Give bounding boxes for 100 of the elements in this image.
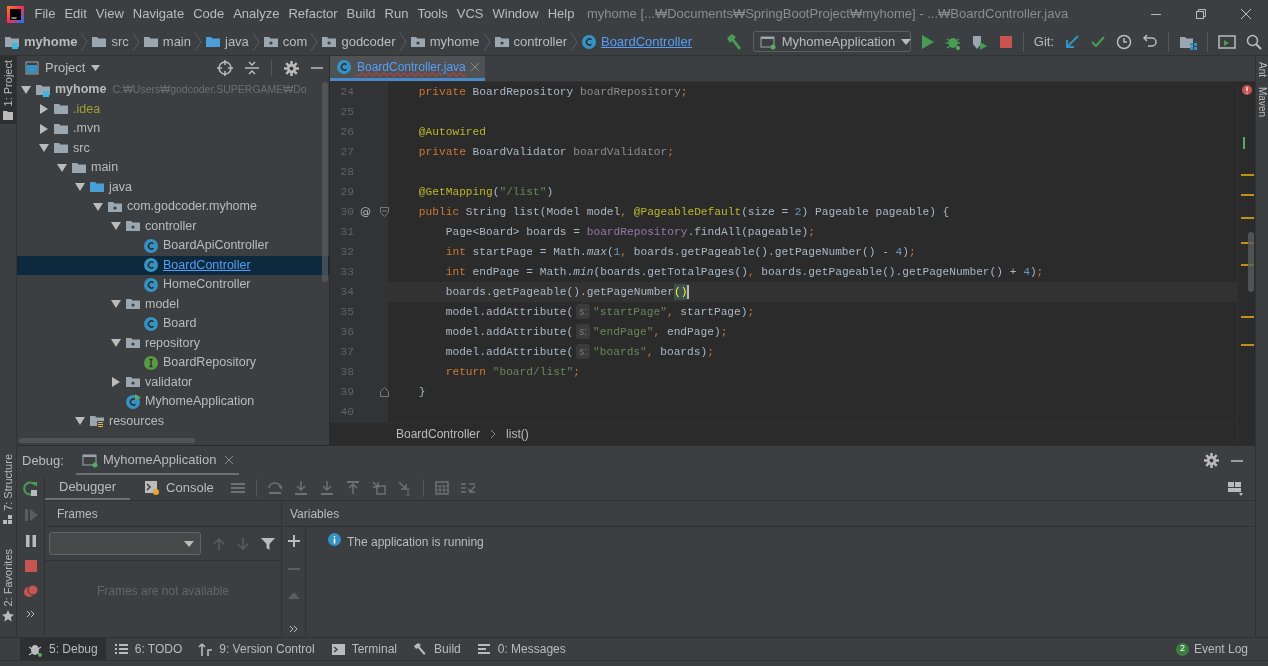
expanded-arrow-icon[interactable] <box>111 221 121 232</box>
expanded-arrow-icon[interactable] <box>75 182 85 193</box>
tree-item[interactable]: com.godcoder.myhome <box>17 197 329 217</box>
tool-window-tab[interactable]: 9: Version Control <box>190 638 323 660</box>
search-icon[interactable] <box>1246 33 1262 50</box>
menu-item[interactable]: View <box>91 4 129 24</box>
run-configuration-dropdown[interactable]: MyhomeApplication <box>752 31 911 52</box>
more-chevrons-icon[interactable] <box>25 610 36 618</box>
menu-item[interactable]: Help <box>543 4 579 24</box>
settings-icon[interactable] <box>1204 453 1219 468</box>
pause-icon[interactable] <box>24 534 37 548</box>
menu-item[interactable]: Refactor <box>283 4 343 24</box>
menu-item[interactable]: VCS <box>452 4 488 24</box>
add-icon[interactable] <box>287 535 300 547</box>
run-to-cursor-icon[interactable] <box>396 479 413 496</box>
expanded-arrow-icon[interactable] <box>57 162 67 173</box>
tool-window-tab[interactable]: Build <box>405 638 469 660</box>
crosshair-icon[interactable] <box>217 60 233 76</box>
breadcrumb-item[interactable]: BoardController <box>396 425 481 443</box>
collapsed-arrow-icon[interactable] <box>111 377 121 388</box>
project-view-dropdown[interactable]: Project <box>45 58 101 78</box>
vertical-scrollbar[interactable] <box>1248 232 1254 292</box>
rerun-icon[interactable] <box>23 481 38 496</box>
more-chevrons-icon[interactable] <box>288 625 299 633</box>
menu-item[interactable]: Window <box>487 4 544 24</box>
breadcrumb-item[interactable]: godcoder <box>321 31 396 52</box>
tree-item[interactable]: src <box>17 138 329 158</box>
expanded-arrow-icon[interactable] <box>39 143 49 154</box>
drop-frame-icon[interactable] <box>370 479 387 496</box>
project-tool-button[interactable]: 1: Project <box>0 56 16 125</box>
tree-item[interactable]: java <box>17 177 329 197</box>
tree-item[interactable]: HomeController <box>17 275 329 295</box>
tree-item[interactable]: .mvn <box>17 119 329 139</box>
breadcrumb-item[interactable]: controller <box>493 31 567 52</box>
shield-run-icon[interactable] <box>970 33 989 50</box>
step-out-icon[interactable] <box>344 479 361 496</box>
expanded-arrow-icon[interactable] <box>111 338 121 349</box>
undo-icon[interactable] <box>1142 33 1158 50</box>
window-run-icon[interactable] <box>1218 33 1236 50</box>
expanded-arrow-icon[interactable] <box>75 416 85 427</box>
menu-item[interactable]: Build <box>342 4 380 24</box>
tree-item[interactable]: repository <box>17 333 329 353</box>
fold-icon[interactable] <box>380 387 389 397</box>
breadcrumb-item[interactable]: list() <box>506 425 529 443</box>
settings-icon[interactable] <box>284 60 299 76</box>
breadcrumb-item[interactable]: src <box>91 31 129 52</box>
debugger-tab[interactable]: Console <box>130 475 228 500</box>
tree-item[interactable]: BoardApiController <box>17 236 329 256</box>
tree-item[interactable]: Board <box>17 314 329 334</box>
restore-icon[interactable] <box>1194 8 1207 20</box>
update-arrow-icon[interactable] <box>1064 33 1080 50</box>
tree-item[interactable]: BoardController <box>17 255 329 275</box>
menu-item[interactable]: Analyze <box>228 4 284 24</box>
event-log-button[interactable]: 2 Event Log <box>1175 640 1248 658</box>
close-icon[interactable] <box>1239 8 1252 20</box>
menu-item[interactable]: File <box>30 4 60 24</box>
breadcrumb-item[interactable]: BoardController <box>580 31 692 52</box>
step-over-icon[interactable] <box>266 479 283 496</box>
tree-item[interactable]: validator <box>17 372 329 392</box>
close-icon[interactable] <box>225 455 234 464</box>
tree-item[interactable]: resources <box>17 411 329 431</box>
collapsed-arrow-icon[interactable] <box>39 104 49 115</box>
tree-item[interactable]: model <box>17 294 329 314</box>
calculator-icon[interactable] <box>433 479 450 496</box>
collapsed-arrow-icon[interactable] <box>39 123 49 134</box>
menu-item[interactable]: Tools <box>412 4 453 24</box>
tool-window-tab[interactable]: 5: Debug <box>20 638 106 660</box>
breakpoints-icon[interactable] <box>22 584 39 598</box>
menu-item[interactable]: Edit <box>59 4 92 24</box>
step-into-icon[interactable] <box>292 479 309 496</box>
tree-item[interactable]: BoardRepository <box>17 353 329 373</box>
hammer-icon[interactable] <box>724 32 743 51</box>
fold-icon[interactable] <box>380 207 389 217</box>
tool-window-tab[interactable]: 6: TODO <box>105 638 191 660</box>
editor-tab[interactable]: BoardController.java <box>330 56 485 81</box>
filter-icon[interactable] <box>261 536 275 551</box>
breadcrumb-item[interactable]: myhome <box>4 31 78 52</box>
run-icon[interactable] <box>920 33 935 50</box>
step-into-icon[interactable] <box>318 479 335 496</box>
clock-icon[interactable] <box>1116 33 1132 50</box>
stop-icon[interactable] <box>24 560 37 572</box>
tree-item[interactable]: controller <box>17 216 329 236</box>
menu-item[interactable]: Navigate <box>128 4 189 24</box>
tool-window-tab[interactable]: 0: Messages <box>468 638 574 660</box>
tree-item[interactable]: MyhomeApplication <box>17 392 329 412</box>
favorites-tool-button[interactable]: 2: Favorites <box>0 549 17 607</box>
structure-tool-button[interactable]: 7: Structure <box>0 454 17 512</box>
menu-item[interactable]: Code <box>188 4 229 24</box>
tree-item[interactable]: .idea <box>17 99 329 119</box>
tree-item[interactable]: main <box>17 158 329 178</box>
expanded-arrow-icon[interactable] <box>93 201 103 212</box>
collapse-all-icon[interactable] <box>245 61 259 75</box>
tool-window-button[interactable]: Maven <box>1254 87 1268 118</box>
tool-window-tab[interactable]: Terminal <box>322 638 406 660</box>
menu-item[interactable]: Run <box>380 4 413 24</box>
breadcrumb-item[interactable]: com <box>262 31 308 52</box>
expanded-arrow-icon[interactable] <box>21 84 31 95</box>
layout-icon[interactable] <box>1227 479 1243 496</box>
breadcrumb-item[interactable]: main <box>142 31 191 52</box>
stop-icon[interactable] <box>998 34 1013 49</box>
